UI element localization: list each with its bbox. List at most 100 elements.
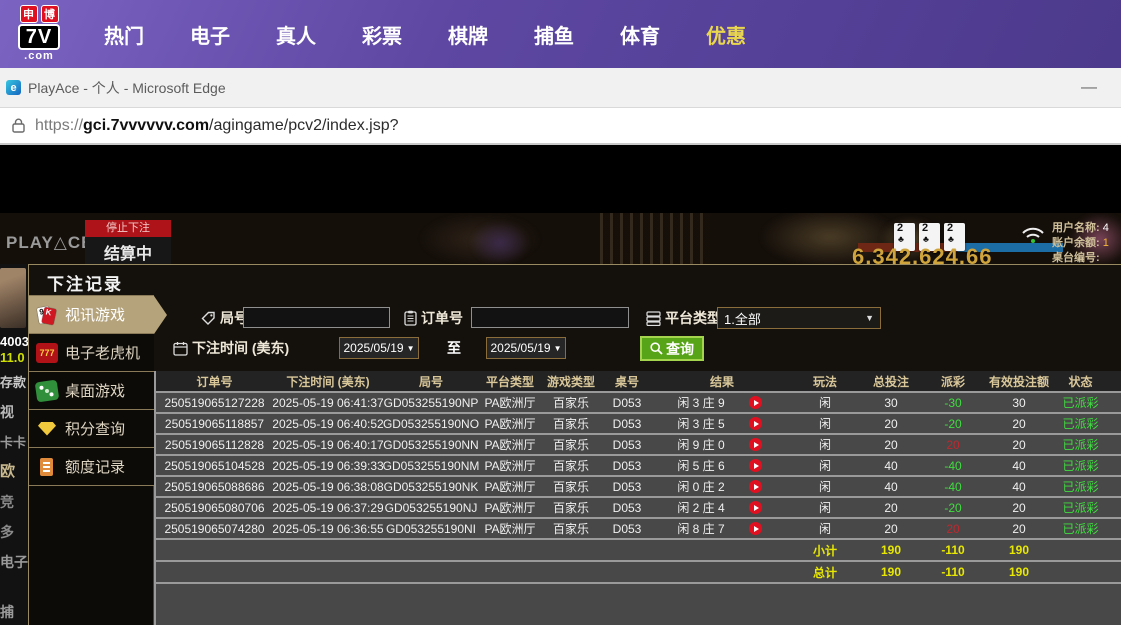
cell-round: GD053255190NK [383,477,479,496]
list-icon [646,311,661,326]
minimize-button[interactable]: — [1081,79,1097,97]
replay-icon[interactable] [749,480,762,493]
search-icon [650,342,663,355]
url-path: /agingame/pcv2/index.jsp? [209,117,398,134]
table-row: 2505190650886862025-05-19 06:38:08GD0532… [156,477,1121,498]
order-input[interactable] [471,307,629,328]
total-row-payout: -110 [923,562,983,582]
cell-bet: 20 [859,498,923,517]
sidebar-item-quota-record[interactable]: 额度记录 [29,448,154,486]
cell-game: 百家乐 [541,456,601,475]
game-status-block: 停止下注 结算中 [85,220,171,264]
cell-payout: -40 [923,477,983,496]
sidebar-filler [29,486,154,625]
cell-time: 2025-05-19 06:37:29 [273,498,383,517]
round-input[interactable] [243,307,390,328]
nav-item-slots[interactable]: 电子 [190,20,230,49]
cell-time: 2025-05-19 06:40:17 [273,435,383,454]
nav-item-live[interactable]: 真人 [276,20,316,49]
cell-play: 闲 [791,456,859,475]
user-info-panel: 用户名称: 4 账户余额: 1 桌台编号: [1052,221,1109,264]
sidebar-item-video-games[interactable]: 视讯游戏 [29,296,154,334]
cell-empty [479,562,541,582]
platform-label: 平台类型 [646,308,721,328]
date-from-select[interactable]: 2025/05/19▼ [339,337,419,359]
club-suit-icon: ♣ [898,235,915,244]
cell-bet: 40 [859,477,923,496]
cell-play: 闲 [791,519,859,538]
black-band [0,145,1121,213]
sidebar-item-label: 电子老虎机 [65,342,140,363]
page-fragment: 欧 [0,460,15,481]
cell-table: D053 [601,456,653,475]
gem-icon [36,419,58,439]
live-video-strip: PLAY△CE 停止下注 结算中 2♣2♣2♣ 6,342,624.66 用户名… [0,213,1121,264]
cell-game: 百家乐 [541,519,601,538]
table-row: 2505190651128282025-05-19 06:40:17GD0532… [156,435,1121,456]
table-empty-area [156,584,1121,625]
replay-icon[interactable] [749,522,762,535]
cell-round: GD053255190NI [383,519,479,538]
page-fragment: 存款 [0,372,26,391]
url-text[interactable]: https://gci.7vvvvvv.com/agingame/pcv2/in… [35,117,399,135]
club-suit-icon: ♣ [923,235,940,244]
page-fragment: 竞 [0,492,14,512]
column-header: 状态 [1055,371,1106,391]
cell-order: 250519065104528 [156,456,273,475]
site-nav-items: 热门 电子 真人 彩票 棋牌 捕鱼 体育 优惠 [104,20,746,49]
cell-status: 已派彩 [1055,519,1106,538]
replay-icon[interactable] [749,396,762,409]
site-nav: 申 博 7V .com 热门 电子 真人 彩票 棋牌 捕鱼 体育 优惠 [0,0,1121,68]
sidebar-item-table-games[interactable]: 桌面游戏 [29,372,154,410]
platform-select[interactable]: 1.全部▼ [717,307,881,329]
result-value: 闲 8 庄 7 [653,520,749,537]
nav-item-promo[interactable]: 优惠 [706,20,746,49]
cell-platform: PA欧洲厅 [479,393,541,412]
cell-time: 2025-05-19 06:38:08 [273,477,383,496]
cell-valid: 20 [983,519,1055,538]
nav-item-fishing[interactable]: 捕鱼 [534,20,574,49]
nav-item-sports[interactable]: 体育 [620,20,660,49]
sidebar-item-points-query[interactable]: 积分查询 [29,410,154,448]
cell-empty [1055,540,1106,560]
total-row-valid: 190 [983,562,1055,582]
replay-icon[interactable] [749,417,762,430]
sidebar-item-label: 积分查询 [65,418,125,439]
page-fragment: 卡卡 [0,432,26,451]
subtotal-row-payout: -110 [923,540,983,560]
nav-item-board[interactable]: 棋牌 [448,20,488,49]
column-header: 平台类型 [479,371,541,391]
site-logo[interactable]: 申 博 7V .com [8,5,70,65]
query-button[interactable]: 查询 [640,336,704,361]
replay-icon[interactable] [749,438,762,451]
date-to-select[interactable]: 2025/05/19▼ [486,337,566,359]
cell-result: 闲 3 庄 5 [653,414,791,433]
replay-icon[interactable] [749,501,762,514]
balance-label: 账户余额: [1052,237,1100,249]
result-value: 闲 2 庄 4 [653,499,749,516]
cell-valid: 20 [983,498,1055,517]
cell-empty [541,540,601,560]
browser-urlbar[interactable]: https://gci.7vvvvvv.com/agingame/pcv2/in… [0,108,1121,145]
cell-order: 250519065118857 [156,414,273,433]
cell-table: D053 [601,414,653,433]
table-header-row: 订单号下注时间 (美东)局号平台类型游戏类型桌号结果玩法总投注派彩有效投注额状态 [156,371,1121,393]
chevron-down-icon: ▼ [865,313,874,323]
edge-icon: e [6,80,21,95]
cell-play: 闲 [791,435,859,454]
replay-icon[interactable] [749,459,762,472]
nav-item-lottery[interactable]: 彩票 [362,20,402,49]
cell-empty [601,562,653,582]
cell-time: 2025-05-19 06:39:33 [273,456,383,475]
cell-round: GD053255190NN [383,435,479,454]
column-header: 派彩 [923,371,983,391]
sidebar-item-slot-machine[interactable]: 777电子老虎机 [29,334,154,372]
tag-icon [201,311,216,326]
logo-badge-bo: 博 [41,5,59,23]
avatar [0,268,26,328]
video-bg-stripes [600,213,710,264]
column-header: 结果 [653,371,791,391]
nav-item-hot[interactable]: 热门 [104,20,144,49]
table-row: 2505190650742802025-05-19 06:36:55GD0532… [156,519,1121,540]
window-title: PlayAce - 个人 - Microsoft Edge [28,78,226,98]
